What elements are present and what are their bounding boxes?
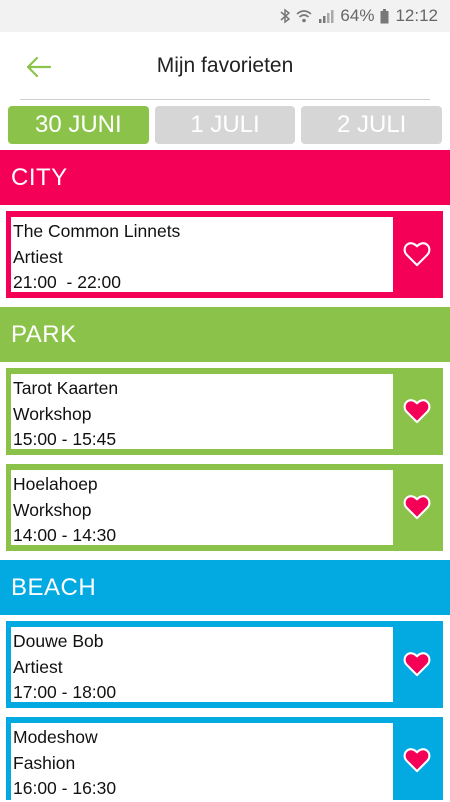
section-header-park: PARK	[0, 307, 450, 362]
heart-filled-icon[interactable]	[403, 494, 431, 520]
card-details: Modeshow Fashion 16:00 - 16:30	[11, 723, 393, 800]
favorite-card[interactable]: The Common Linnets Artiest 21:00 - 22:00	[6, 211, 443, 298]
item-type: Artiest	[13, 246, 63, 267]
section-header-city: CITY	[0, 150, 450, 205]
item-time: 21:00 - 22:00	[13, 272, 121, 292]
section-header-beach: BEACH	[0, 560, 450, 615]
item-type: Workshop	[13, 403, 92, 424]
item-title: The Common Linnets	[13, 221, 181, 241]
status-time: 12:12	[395, 6, 438, 25]
heart-filled-icon[interactable]	[403, 398, 431, 424]
favorite-card[interactable]: Modeshow Fashion 16:00 - 16:30	[6, 717, 443, 800]
item-type: Artiest	[13, 656, 63, 677]
item-type: Workshop	[13, 499, 92, 520]
card-details: Hoelahoep Workshop 14:00 - 14:30	[11, 470, 393, 545]
status-icons: 64% 12:12	[280, 0, 438, 32]
item-time: 15:00 - 15:45	[13, 429, 117, 449]
heart-filled-icon[interactable]	[403, 747, 431, 773]
heart-filled-icon[interactable]	[403, 651, 431, 677]
status-bar: 64% 12:12	[0, 0, 450, 32]
card-details: Douwe Bob Artiest 17:00 - 18:00	[11, 627, 393, 702]
favorite-card[interactable]: Hoelahoep Workshop 14:00 - 14:30	[6, 464, 443, 551]
tab-1-juli[interactable]: 1 JULI	[154, 106, 296, 144]
tab-2-juli[interactable]: 2 JULI	[301, 106, 443, 144]
favorite-card[interactable]: Douwe Bob Artiest 17:00 - 18:00	[6, 621, 443, 708]
card-details: The Common Linnets Artiest 21:00 - 22:00	[11, 217, 393, 292]
page-title: Mijn favorieten	[156, 54, 294, 77]
header-divider	[20, 99, 430, 100]
heart-outline-icon[interactable]	[403, 241, 431, 267]
battery-percent: 64%	[340, 6, 375, 25]
card-details: Tarot Kaarten Workshop 15:00 - 15:45	[11, 374, 393, 449]
item-title: Modeshow	[13, 727, 98, 747]
battery-icon	[380, 8, 389, 23]
bluetooth-icon	[280, 8, 291, 24]
item-title: Hoelahoep	[13, 474, 98, 494]
item-title: Douwe Bob	[13, 631, 104, 651]
tab-30-juni[interactable]: 30 JUNI	[8, 106, 149, 144]
signal-icon	[319, 10, 334, 23]
app-header: Mijn favorieten	[0, 32, 450, 100]
favorite-card[interactable]: Tarot Kaarten Workshop 15:00 - 15:45	[6, 368, 443, 455]
item-time: 17:00 - 18:00	[13, 682, 117, 702]
item-type: Fashion	[13, 752, 76, 773]
wifi-icon	[296, 10, 312, 23]
date-tabs: 30 JUNI 1 JULI 2 JULI	[8, 106, 443, 144]
item-time: 16:00 - 16:30	[13, 778, 117, 798]
item-time: 14:00 - 14:30	[13, 525, 117, 545]
item-title: Tarot Kaarten	[13, 378, 119, 398]
